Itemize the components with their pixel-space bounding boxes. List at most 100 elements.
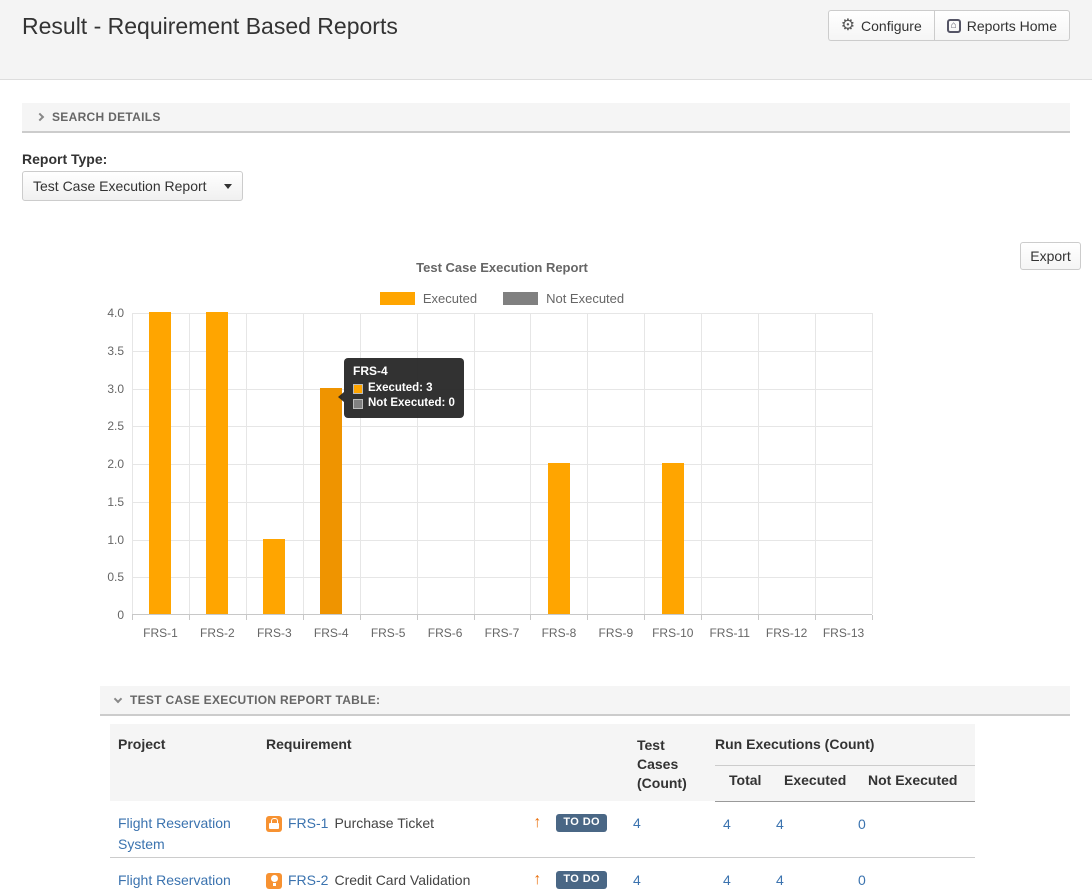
gridline <box>246 313 247 614</box>
requirement-type-icon <box>266 816 282 832</box>
chart-title: Test Case Execution Report <box>132 260 872 275</box>
cell-not-executed-link[interactable]: 0 <box>858 872 866 888</box>
x-axis-tick <box>303 615 304 620</box>
priority-high-icon: ↑ <box>533 871 541 889</box>
legend-label: Executed <box>423 291 477 306</box>
bar-FRS-2[interactable] <box>206 312 228 614</box>
project-link[interactable]: Flight Reservation System <box>118 872 231 894</box>
chart-plot-area <box>132 313 872 615</box>
requirement-right: ↑TO DO <box>533 813 617 832</box>
x-tick-label: FRS-4 <box>303 626 360 640</box>
reports-home-icon: ⌂ <box>947 19 961 33</box>
gridline <box>132 389 872 390</box>
gridline <box>587 313 588 614</box>
x-tick-label: FRS-2 <box>189 626 246 640</box>
cell-executed: 4 <box>768 801 850 858</box>
x-tick-label: FRS-7 <box>474 626 531 640</box>
legend-label: Not Executed <box>546 291 624 306</box>
col-header-not-executed: Not Executed <box>850 766 975 801</box>
export-button[interactable]: Export <box>1020 242 1081 270</box>
y-tick-label: 3.0 <box>92 382 124 396</box>
x-axis-tick <box>132 615 133 620</box>
gridline <box>132 426 872 427</box>
x-tick-label: FRS-1 <box>132 626 189 640</box>
gridline <box>701 313 702 614</box>
cell-project: Flight Reservation System <box>110 801 258 858</box>
col-header-run-executions: Run Executions (Count) <box>715 724 975 766</box>
x-tick-label: FRS-6 <box>417 626 474 640</box>
priority-high-icon: ↑ <box>533 814 541 832</box>
gridline <box>815 313 816 614</box>
cell-test-cases-link[interactable]: 4 <box>633 815 641 831</box>
cell-not-executed: 0 <box>850 801 975 858</box>
table-section-label: TEST CASE EXECUTION REPORT TABLE: <box>130 693 380 707</box>
legend-item-executed[interactable]: Executed <box>380 291 477 306</box>
reports-home-button[interactable]: ⌂ Reports Home <box>934 10 1070 41</box>
requirement-key-link[interactable]: FRS-2 <box>288 870 328 891</box>
x-tick-label: FRS-11 <box>701 626 758 640</box>
table-section-toggle[interactable]: TEST CASE EXECUTION REPORT TABLE: <box>100 686 1070 716</box>
configure-button[interactable]: ⚙ Configure <box>828 10 934 41</box>
tooltip-row: Executed: 3 <box>353 381 455 396</box>
gridline <box>303 313 304 614</box>
requirement-type-icon <box>266 873 282 889</box>
report-type-label: Report Type: <box>22 151 107 167</box>
chart-legend: Executed Not Executed <box>132 291 872 306</box>
bar-FRS-8[interactable] <box>548 463 570 614</box>
tooltip-row: Not Executed: 0 <box>353 396 455 411</box>
cell-not-executed: 0 <box>850 858 975 894</box>
requirement-key-link[interactable]: FRS-1 <box>288 813 328 834</box>
cell-executed-link[interactable]: 4 <box>776 872 784 888</box>
gridline <box>189 313 190 614</box>
bar-FRS-10[interactable] <box>662 463 684 614</box>
y-tick-label: 1.5 <box>92 495 124 509</box>
gridline <box>132 313 133 614</box>
cell-total-link[interactable]: 4 <box>723 816 731 832</box>
cell-test-cases: 4 <box>625 858 715 894</box>
gridline <box>132 502 872 503</box>
bar-FRS-1[interactable] <box>149 312 171 614</box>
x-tick-label: FRS-8 <box>530 626 587 640</box>
y-tick-label: 4.0 <box>92 306 124 320</box>
gridline <box>132 313 872 314</box>
gridline <box>530 313 531 614</box>
project-link[interactable]: Flight Reservation System <box>118 815 231 852</box>
table-row: Flight Reservation System FRS-1Purchase T… <box>110 801 975 858</box>
gridline <box>758 313 759 614</box>
y-tick-label: 0 <box>92 608 124 622</box>
legend-swatch <box>380 292 415 305</box>
cell-executed-link[interactable]: 4 <box>776 816 784 832</box>
bar-FRS-3[interactable] <box>263 539 285 615</box>
x-tick-label: FRS-3 <box>246 626 303 640</box>
x-axis-tick <box>758 615 759 620</box>
chevron-right-icon <box>36 113 44 121</box>
requirement-content: FRS-1Purchase Ticket↑TO DO <box>266 813 617 834</box>
gridline <box>132 577 872 578</box>
cell-total: 4 <box>715 858 768 894</box>
tooltip-swatch <box>353 384 363 394</box>
cell-requirement: FRS-2Credit Card Validation↑TO DO <box>258 858 625 894</box>
col-header-test-cases: Test Cases (Count) <box>625 724 715 801</box>
gridline <box>872 313 873 614</box>
cell-total-link[interactable]: 4 <box>723 872 731 888</box>
x-axis-tick <box>530 615 531 620</box>
bar-FRS-4[interactable] <box>320 388 342 615</box>
gear-icon: ⚙ <box>841 18 855 34</box>
x-tick-label: FRS-9 <box>587 626 644 640</box>
report-type-dropdown[interactable]: Test Case Execution Report <box>22 171 243 201</box>
cell-total: 4 <box>715 801 768 858</box>
gridline <box>132 464 872 465</box>
configure-button-label: Configure <box>861 18 922 34</box>
cell-not-executed-link[interactable]: 0 <box>858 816 866 832</box>
x-tick-label: FRS-13 <box>815 626 872 640</box>
tooltip-rows: Executed: 3Not Executed: 0 <box>353 381 455 411</box>
requirement-left: FRS-2Credit Card Validation <box>266 870 533 891</box>
cell-test-cases-link[interactable]: 4 <box>633 872 641 888</box>
tooltip-swatch <box>353 399 363 409</box>
requirement-right: ↑TO DO <box>533 870 617 889</box>
col-header-executed: Executed <box>768 766 850 801</box>
search-details-toggle[interactable]: SEARCH DETAILS <box>22 103 1070 133</box>
x-axis-tick <box>644 615 645 620</box>
legend-item-not-executed[interactable]: Not Executed <box>503 291 624 306</box>
x-axis-tick <box>189 615 190 620</box>
